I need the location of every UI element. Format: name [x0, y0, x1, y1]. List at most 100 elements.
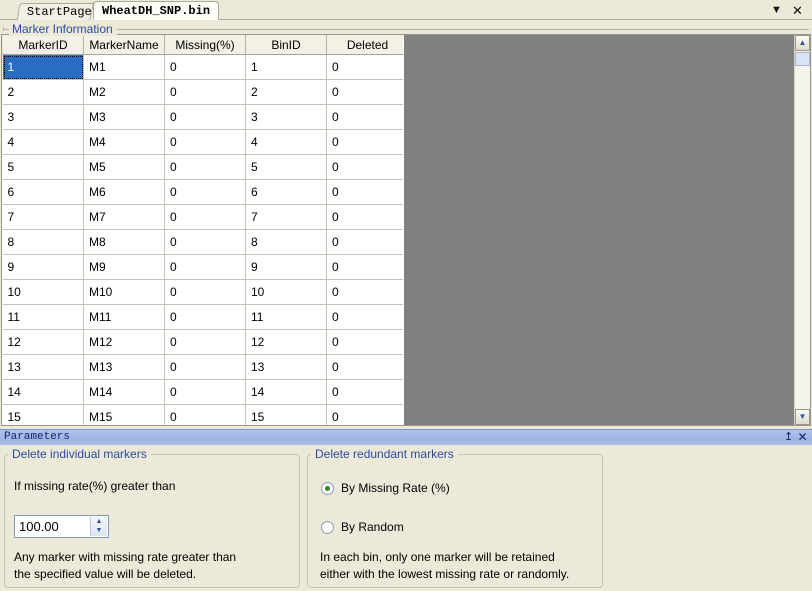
cell-markername[interactable]: M5 — [84, 155, 165, 180]
cell-deleted[interactable]: 0 — [327, 380, 405, 405]
table-row[interactable]: 12M120120 — [3, 330, 405, 355]
cell-markerid[interactable]: 10 — [3, 280, 84, 305]
parameters-close-icon[interactable]: ✕ — [796, 431, 809, 444]
table-row[interactable]: 3M3030 — [3, 105, 405, 130]
cell-missing[interactable]: 0 — [165, 80, 246, 105]
cell-binid[interactable]: 9 — [246, 255, 327, 280]
cell-missing[interactable]: 0 — [165, 355, 246, 380]
cell-missing[interactable]: 0 — [165, 280, 246, 305]
cell-markername[interactable]: M14 — [84, 380, 165, 405]
cell-markername[interactable]: M4 — [84, 130, 165, 155]
vertical-scrollbar[interactable]: ▲ ▼ — [794, 35, 810, 425]
scrollbar-thumb[interactable] — [795, 52, 810, 66]
cell-deleted[interactable]: 0 — [327, 405, 405, 426]
table-row[interactable]: 9M9090 — [3, 255, 405, 280]
cell-binid[interactable]: 13 — [246, 355, 327, 380]
cell-markerid[interactable]: 9 — [3, 255, 84, 280]
cell-deleted[interactable]: 0 — [327, 280, 405, 305]
cell-deleted[interactable]: 0 — [327, 330, 405, 355]
cell-deleted[interactable]: 0 — [327, 305, 405, 330]
table-row[interactable]: 15M150150 — [3, 405, 405, 426]
cell-markername[interactable]: M12 — [84, 330, 165, 355]
tab-wheatdh-snp-bin[interactable]: WheatDH_SNP.bin — [93, 1, 219, 20]
table-row[interactable]: 10M100100 — [3, 280, 405, 305]
chevron-down-icon[interactable]: ▼ — [768, 2, 785, 19]
spinner-down-icon[interactable]: ▼ — [91, 526, 107, 535]
cell-markername[interactable]: M3 — [84, 105, 165, 130]
cell-deleted[interactable]: 0 — [327, 155, 405, 180]
cell-markerid[interactable]: 15 — [3, 405, 84, 426]
cell-markerid[interactable]: 12 — [3, 330, 84, 355]
cell-binid[interactable]: 5 — [246, 155, 327, 180]
cell-markername[interactable]: M7 — [84, 205, 165, 230]
cell-binid[interactable]: 12 — [246, 330, 327, 355]
cell-missing[interactable]: 0 — [165, 330, 246, 355]
cell-markerid[interactable]: 8 — [3, 230, 84, 255]
cell-markerid[interactable]: 1 — [3, 55, 84, 80]
table-row[interactable]: 6M6060 — [3, 180, 405, 205]
cell-missing[interactable]: 0 — [165, 255, 246, 280]
cell-missing[interactable]: 0 — [165, 405, 246, 426]
cell-deleted[interactable]: 0 — [327, 55, 405, 80]
cell-markername[interactable]: M15 — [84, 405, 165, 426]
cell-markername[interactable]: M9 — [84, 255, 165, 280]
cell-markername[interactable]: M1 — [84, 55, 165, 80]
cell-markername[interactable]: M10 — [84, 280, 165, 305]
cell-deleted[interactable]: 0 — [327, 230, 405, 255]
table-row[interactable]: 4M4040 — [3, 130, 405, 155]
cell-deleted[interactable]: 0 — [327, 180, 405, 205]
cell-markerid[interactable]: 6 — [3, 180, 84, 205]
cell-deleted[interactable]: 0 — [327, 205, 405, 230]
cell-missing[interactable]: 0 — [165, 55, 246, 80]
table-row[interactable]: 13M130130 — [3, 355, 405, 380]
cell-markerid[interactable]: 11 — [3, 305, 84, 330]
cell-markername[interactable]: M11 — [84, 305, 165, 330]
column-header-markerid[interactable]: MarkerID — [3, 35, 84, 55]
cell-binid[interactable]: 10 — [246, 280, 327, 305]
cell-binid[interactable]: 6 — [246, 180, 327, 205]
scroll-down-icon[interactable]: ▼ — [795, 409, 810, 425]
cell-missing[interactable]: 0 — [165, 180, 246, 205]
cell-missing[interactable]: 0 — [165, 105, 246, 130]
cell-markerid[interactable]: 7 — [3, 205, 84, 230]
column-header-markername[interactable]: MarkerName — [84, 35, 165, 55]
table-row[interactable]: 2M2020 — [3, 80, 405, 105]
cell-markerid[interactable]: 5 — [3, 155, 84, 180]
cell-deleted[interactable]: 0 — [327, 105, 405, 130]
table-row[interactable]: 14M140140 — [3, 380, 405, 405]
cell-binid[interactable]: 15 — [246, 405, 327, 426]
column-header-binid[interactable]: BinID — [246, 35, 327, 55]
cell-missing[interactable]: 0 — [165, 305, 246, 330]
cell-markerid[interactable]: 14 — [3, 380, 84, 405]
column-header-missing[interactable]: Missing(%) — [165, 35, 246, 55]
cell-binid[interactable]: 2 — [246, 80, 327, 105]
cell-binid[interactable]: 14 — [246, 380, 327, 405]
cell-missing[interactable]: 0 — [165, 130, 246, 155]
scroll-up-icon[interactable]: ▲ — [795, 35, 810, 51]
cell-missing[interactable]: 0 — [165, 155, 246, 180]
marker-grid[interactable]: MarkerID MarkerName Missing(%) BinID Del… — [2, 35, 404, 425]
cell-missing[interactable]: 0 — [165, 205, 246, 230]
cell-missing[interactable]: 0 — [165, 230, 246, 255]
table-row[interactable]: 7M7070 — [3, 205, 405, 230]
scrollbar-track[interactable] — [795, 51, 810, 409]
table-row[interactable]: 8M8080 — [3, 230, 405, 255]
cell-markerid[interactable]: 13 — [3, 355, 84, 380]
cell-markerid[interactable]: 2 — [3, 80, 84, 105]
cell-binid[interactable]: 1 — [246, 55, 327, 80]
missing-rate-value[interactable]: 100.00 — [19, 519, 59, 534]
table-row[interactable]: 1M1010 — [3, 55, 405, 80]
cell-markername[interactable]: M2 — [84, 80, 165, 105]
cell-deleted[interactable]: 0 — [327, 130, 405, 155]
missing-rate-spinner[interactable]: 100.00 ▲ ▼ — [14, 515, 109, 538]
cell-markername[interactable]: M13 — [84, 355, 165, 380]
pin-icon[interactable]: ↥ — [782, 431, 795, 444]
column-header-deleted[interactable]: Deleted — [327, 35, 405, 55]
cell-markerid[interactable]: 3 — [3, 105, 84, 130]
cell-deleted[interactable]: 0 — [327, 355, 405, 380]
cell-deleted[interactable]: 0 — [327, 255, 405, 280]
close-icon[interactable]: ✕ — [789, 2, 806, 19]
cell-missing[interactable]: 0 — [165, 380, 246, 405]
table-row[interactable]: 11M110110 — [3, 305, 405, 330]
cell-deleted[interactable]: 0 — [327, 80, 405, 105]
